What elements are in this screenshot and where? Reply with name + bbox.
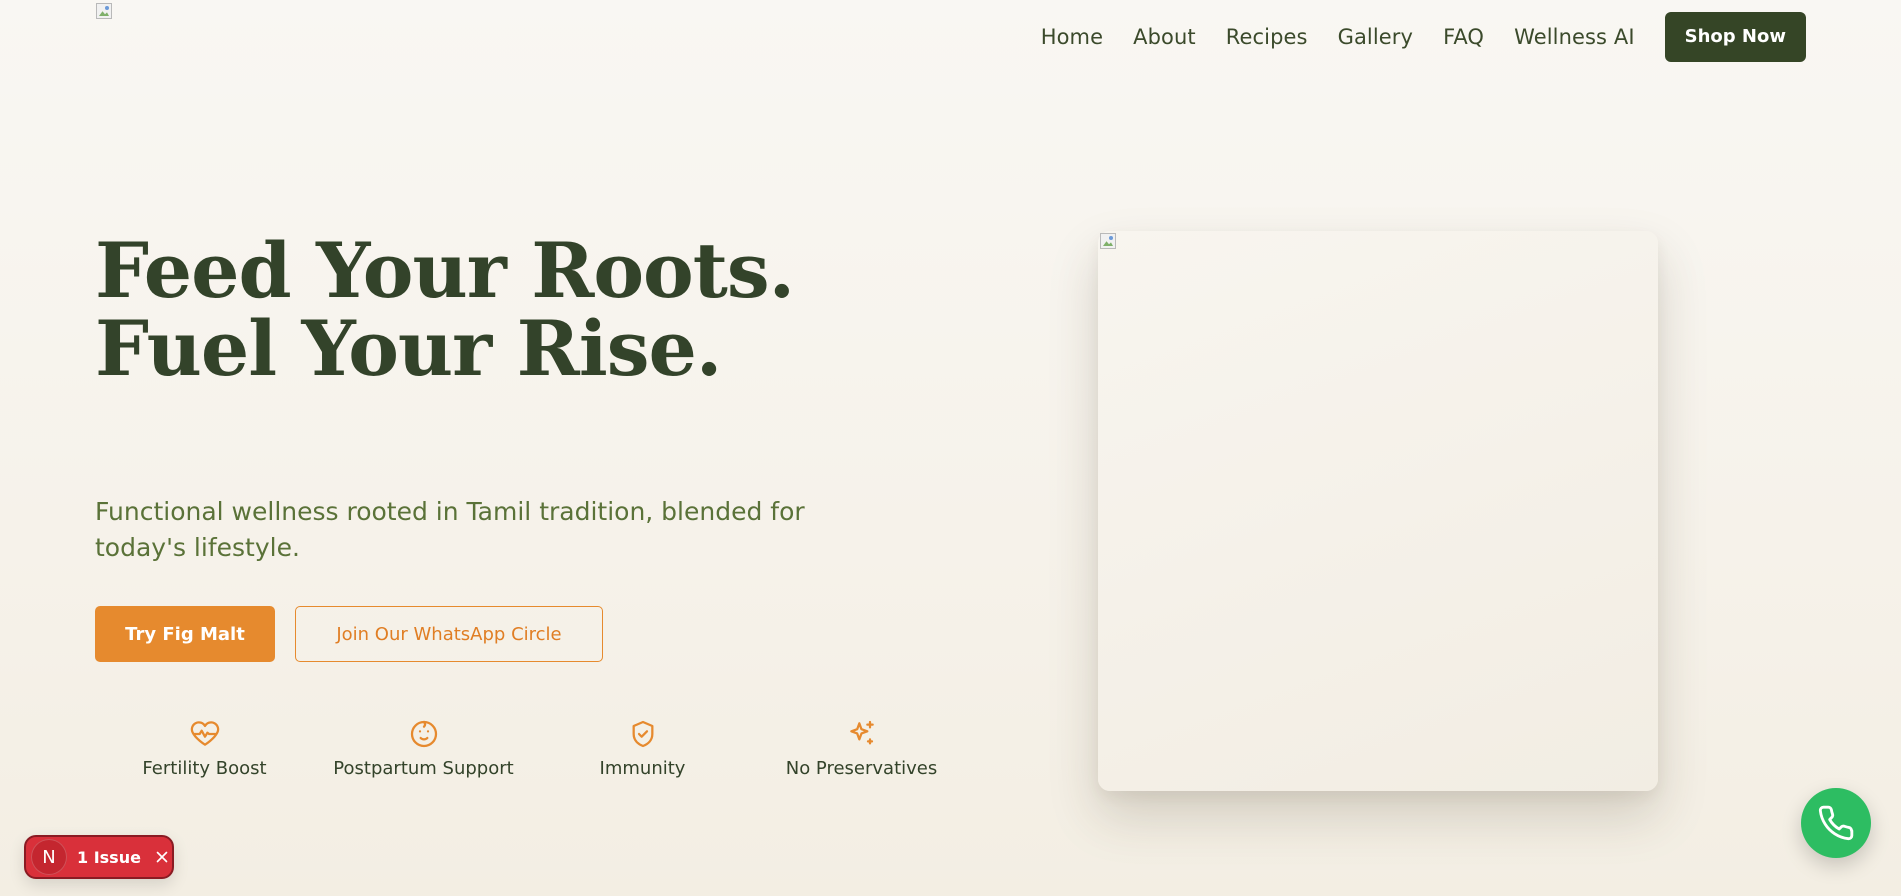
feature-label: Postpartum Support [333,758,514,779]
feature-label: Immunity [599,758,686,779]
feature-item-no-preservatives: No Preservatives [752,718,971,779]
nav-home-link[interactable]: Home [1041,25,1103,49]
hero-cta-row: Try Fig Malt Join Our WhatsApp Circle [95,606,603,662]
issues-count-label[interactable]: 1 Issue [77,848,141,867]
sparkles-icon [849,720,874,745]
shield-check-icon [632,720,653,748]
nextjs-logo-icon: N [31,839,67,875]
dev-issues-badge[interactable]: N 1 Issue [24,835,174,879]
broken-image-icon [96,3,112,19]
broken-image-icon [1100,233,1116,249]
join-whatsapp-button[interactable]: Join Our WhatsApp Circle [295,606,603,662]
feature-list: Fertility Boost Postpartum Support Immun… [95,718,971,779]
main-nav: Home About Recipes Gallery FAQ Wellness … [1041,12,1806,62]
nav-faq-link[interactable]: FAQ [1443,25,1484,49]
nav-recipes-link[interactable]: Recipes [1226,25,1308,49]
baby-face-icon [410,720,437,748]
feature-label: Fertility Boost [142,758,267,779]
heart-pulse-icon [190,721,219,746]
feature-item-fertility: Fertility Boost [95,718,314,779]
site-logo[interactable] [96,3,116,23]
shop-now-button[interactable]: Shop Now [1664,12,1806,62]
nav-about-link[interactable]: About [1133,25,1196,49]
hero-subtitle: Functional wellness rooted in Tamil trad… [95,497,805,562]
try-fig-malt-button[interactable]: Try Fig Malt [95,606,275,662]
nav-gallery-link[interactable]: Gallery [1338,25,1414,49]
nav-wellness-ai-link[interactable]: Wellness AI [1514,25,1635,49]
feature-item-immunity: Immunity [533,718,752,779]
feature-item-postpartum: Postpartum Support [314,718,533,779]
feature-label: No Preservatives [785,758,938,779]
hero-title: Feed Your Roots. Fuel Your Rise. [95,226,795,393]
close-icon[interactable] [153,848,171,866]
phone-icon [1818,805,1854,841]
whatsapp-call-button[interactable] [1801,788,1871,858]
hero-product-image [1098,231,1658,791]
